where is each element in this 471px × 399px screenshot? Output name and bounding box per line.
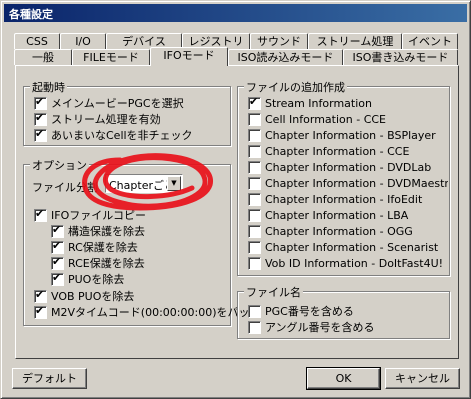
settings-dialog: 各種設定 CSS I/O デバイス レジストリ サウンド ストリーム処理 イベン… xyxy=(0,0,471,399)
checkbox-box[interactable] xyxy=(248,112,261,126)
ok-button[interactable]: OK xyxy=(306,367,381,390)
checkbox-box[interactable] xyxy=(51,239,64,254)
startup-select-main-pgc-checkbox[interactable]: メインムービーPGCを選択 xyxy=(34,95,184,111)
file-split-label: ファイル分割 xyxy=(32,181,98,194)
tab-file-mode[interactable]: FILEモード xyxy=(72,49,150,65)
checkbox-label: Chapter Information - DVDMaestro xyxy=(265,176,448,190)
checkbox-box[interactable] xyxy=(248,160,261,174)
checkbox-label: ストリーム処理を有効 xyxy=(51,113,161,126)
tab-sound[interactable]: サウンド xyxy=(250,33,308,49)
checkbox-label: メインムービーPGCを選択 xyxy=(51,97,184,110)
remove-rce-protection-checkbox[interactable]: RCE保護を除去 xyxy=(51,255,145,271)
checkbox-box[interactable] xyxy=(34,304,47,319)
checkbox-box[interactable] xyxy=(248,144,261,158)
checkbox-label: Stream Information xyxy=(265,96,372,110)
checkbox-label: Vob ID Information - DoItFast4U! xyxy=(265,256,444,270)
checkbox-label: Chapter Information - CCE xyxy=(265,144,410,158)
checkbox-label: 構造保護を除去 xyxy=(68,225,145,238)
tab-general[interactable]: 一般 xyxy=(14,49,72,65)
chapter-info-ogg-checkbox[interactable]: Chapter Information - OGG xyxy=(248,223,413,239)
tab-css[interactable]: CSS xyxy=(14,33,60,49)
checkbox-label: RCE保護を除去 xyxy=(68,257,145,270)
checkbox-box[interactable] xyxy=(248,240,261,254)
checkbox-label: Chapter Information - OGG xyxy=(265,224,413,238)
checkbox-label: VOB PUOを除去 xyxy=(51,290,135,303)
tab-stream-processing[interactable]: ストリーム処理 xyxy=(308,33,402,49)
remove-puo-checkbox[interactable]: PUOを除去 xyxy=(51,271,124,287)
extra-files-group-title: ファイルの追加作成 xyxy=(244,79,347,95)
checkbox-label: PGC番号を含める xyxy=(265,305,354,318)
checkbox-box[interactable] xyxy=(248,224,261,238)
checkbox-label: PUOを除去 xyxy=(68,273,125,286)
tab-io[interactable]: I/O xyxy=(60,33,106,49)
default-button[interactable]: デフォルト xyxy=(12,368,87,389)
checkbox-box[interactable] xyxy=(34,207,47,222)
checkbox-box[interactable] xyxy=(34,288,47,303)
cell-info-cce-checkbox[interactable]: Cell Information - CCE xyxy=(248,111,386,127)
include-angle-number-checkbox[interactable]: アングル番号を含める xyxy=(248,319,375,335)
remove-vob-puo-checkbox[interactable]: VOB PUOを除去 xyxy=(34,288,134,304)
title-bar[interactable]: 各種設定 xyxy=(4,4,467,22)
chapter-info-scenarist-checkbox[interactable]: Chapter Information - Scenarist xyxy=(248,239,438,255)
stream-information-checkbox[interactable]: Stream Information xyxy=(248,95,372,111)
remove-rc-protection-checkbox[interactable]: RC保護を除去 xyxy=(51,239,138,255)
chapter-info-ifoedit-checkbox[interactable]: Chapter Information - IfoEdit xyxy=(248,191,422,207)
file-split-select[interactable]: Chapterごと ▼ xyxy=(105,174,183,193)
checkbox-label: Chapter Information - BSPlayer xyxy=(265,128,436,142)
checkbox-box[interactable] xyxy=(248,208,261,222)
startup-uncheck-ambiguous-cell-checkbox[interactable]: あいまいなCellを非チェック xyxy=(34,127,193,143)
checkbox-box[interactable] xyxy=(51,255,64,270)
checkbox-box[interactable] xyxy=(34,111,47,126)
checkbox-label: IFOファイルコピー xyxy=(51,209,147,222)
checkbox-label: M2Vタイムコード(00:00:00:00)をパッチ xyxy=(51,306,261,319)
checkbox-box[interactable] xyxy=(248,176,261,190)
filename-group-title: ファイル名 xyxy=(244,284,303,300)
chapter-info-dvdmaestro-checkbox[interactable]: Chapter Information - DVDMaestro xyxy=(248,175,448,191)
chapter-info-cce-checkbox[interactable]: Chapter Information - CCE xyxy=(248,143,409,159)
include-pgc-number-checkbox[interactable]: PGC番号を含める xyxy=(248,303,354,319)
remove-structure-protection-checkbox[interactable]: 構造保護を除去 xyxy=(51,223,145,239)
startup-enable-stream-checkbox[interactable]: ストリーム処理を有効 xyxy=(34,111,161,127)
checkbox-label: Chapter Information - DVDLab xyxy=(265,160,432,174)
checkbox-label: Chapter Information - Scenarist xyxy=(265,240,439,254)
checkbox-label: アングル番号を含める xyxy=(265,321,375,334)
window-title: 各種設定 xyxy=(9,8,53,21)
checkbox-box[interactable] xyxy=(34,127,47,142)
chevron-down-icon[interactable]: ▼ xyxy=(167,176,181,191)
patch-m2v-timecode-checkbox[interactable]: M2Vタイムコード(00:00:00:00)をパッチ xyxy=(34,304,260,320)
startup-group-title: 起動時 xyxy=(30,79,67,95)
checkbox-label: あいまいなCellを非チェック xyxy=(51,129,193,142)
tab-event[interactable]: イベント xyxy=(402,33,458,49)
checkbox-box[interactable] xyxy=(248,192,261,206)
checkbox-box[interactable] xyxy=(248,304,261,318)
checkbox-box[interactable] xyxy=(34,95,47,110)
checkbox-label: Chapter Information - LBA xyxy=(265,208,409,222)
tab-iso-read-mode[interactable]: ISO読み込みモード xyxy=(228,49,343,65)
checkbox-label: Chapter Information - IfoEdit xyxy=(265,192,423,206)
checkbox-box[interactable] xyxy=(51,223,64,238)
tab-ifo-mode[interactable]: IFOモード xyxy=(150,47,228,66)
checkbox-box[interactable] xyxy=(248,256,261,270)
checkbox-box[interactable] xyxy=(248,95,261,110)
cancel-button[interactable]: キャンセル xyxy=(385,368,460,389)
chapter-info-bsplayer-checkbox[interactable]: Chapter Information - BSPlayer xyxy=(248,127,436,143)
chapter-info-lba-checkbox[interactable]: Chapter Information - LBA xyxy=(248,207,408,223)
checkbox-label: RC保護を除去 xyxy=(68,241,138,254)
ifo-copy-checkbox[interactable]: IFOファイルコピー xyxy=(34,207,146,223)
chapter-info-dvdlab-checkbox[interactable]: Chapter Information - DVDLab xyxy=(248,159,431,175)
checkbox-box[interactable] xyxy=(248,128,261,142)
options-group-title: オプション xyxy=(30,157,89,173)
tab-iso-write-mode[interactable]: ISO書き込みモード xyxy=(343,49,458,65)
checkbox-box[interactable] xyxy=(51,271,64,286)
checkbox-label: Cell Information - CCE xyxy=(265,112,387,126)
vob-id-info-checkbox[interactable]: Vob ID Information - DoItFast4U! xyxy=(248,255,443,271)
file-split-value: Chapterごと xyxy=(109,179,167,192)
checkbox-box[interactable] xyxy=(248,320,261,334)
